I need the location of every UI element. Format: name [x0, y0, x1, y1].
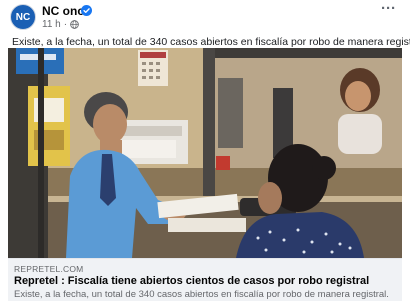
- post-header: NC NC once 11 h · ···: [0, 0, 410, 30]
- office-scene-image: [8, 48, 402, 258]
- post-text: Existe, a la fecha, un total de 340 caso…: [12, 36, 410, 48]
- post-image[interactable]: [8, 48, 402, 258]
- link-domain: REPRETEL.COM: [14, 264, 84, 274]
- verified-badge-icon: [81, 5, 92, 16]
- post-meta: 11 h ·: [42, 19, 79, 30]
- globe-icon: [70, 20, 79, 29]
- avatar-text: NC: [15, 11, 31, 23]
- link-title[interactable]: Repretel : Fiscalía tiene abiertos cient…: [14, 275, 369, 287]
- page-avatar[interactable]: NC: [10, 4, 36, 30]
- meta-separator: ·: [63, 19, 68, 30]
- link-preview[interactable]: REPRETEL.COM Repretel : Fiscalía tiene a…: [8, 258, 402, 301]
- post-timestamp[interactable]: 11 h: [42, 19, 61, 30]
- facebook-post: NC NC once 11 h · ··· Existe, a la fecha…: [0, 0, 410, 303]
- more-options-button[interactable]: ···: [381, 1, 396, 16]
- link-description: Existe, a la fecha, un total de 340 caso…: [14, 289, 389, 300]
